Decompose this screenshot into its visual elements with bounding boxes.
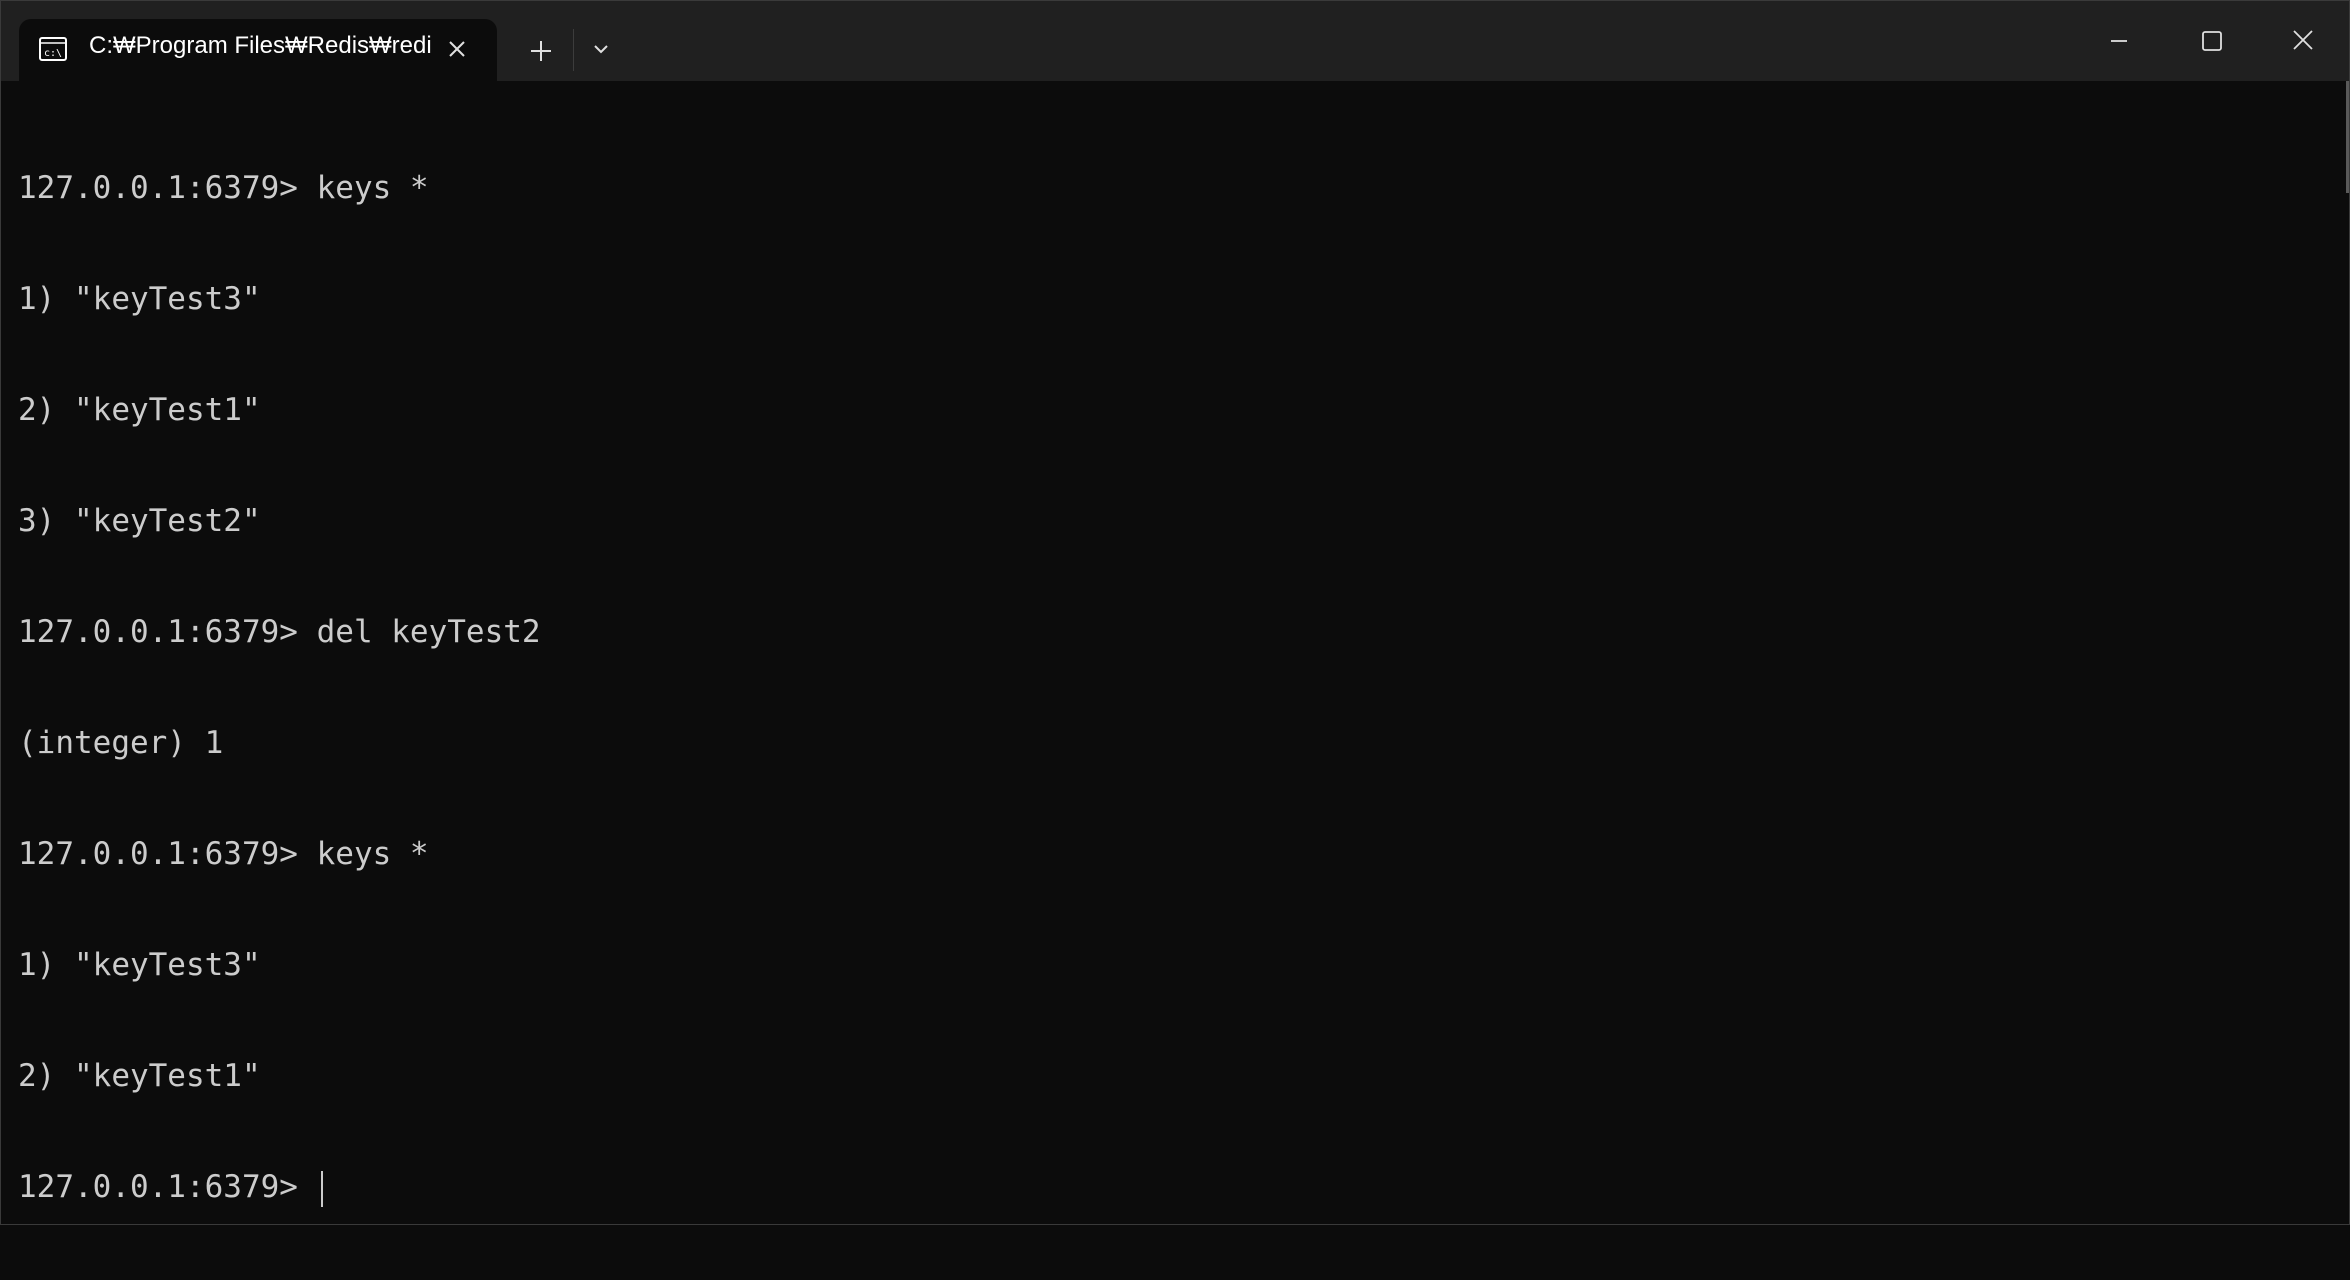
terminal-line: (integer) 1 (18, 725, 224, 761)
terminal-line: 1) "keyTest3" (18, 947, 261, 983)
text-cursor (320, 1170, 323, 1207)
terminal-line: 2) "keyTest1" (18, 392, 261, 428)
new-tab-plus-icon[interactable] (521, 31, 561, 71)
terminal-line: 127.0.0.1:6379> keys * (18, 170, 429, 206)
terminal-prompt-line[interactable]: 127.0.0.1:6379> (18, 1169, 2349, 1207)
terminal-line: 3) "keyTest2" (18, 503, 261, 539)
terminal-line: 127.0.0.1:6379> del keyTest2 (18, 614, 541, 650)
close-window-icon[interactable] (2275, 17, 2331, 65)
maximize-icon[interactable] (2183, 17, 2239, 65)
tab-title: C:₩Program Files₩Redis₩redi (89, 32, 432, 59)
terminal-line: 2) "keyTest1" (18, 1058, 261, 1094)
terminal-line: 1) "keyTest3" (18, 281, 261, 317)
chevron-down-icon[interactable] (583, 31, 619, 67)
tab-divider (573, 29, 574, 71)
minimize-icon[interactable] (2091, 17, 2147, 65)
tab-redis-cli[interactable]: c:\ C:₩Program Files₩Redis₩redi (19, 19, 497, 81)
title-bar[interactable]: c:\ C:₩Program Files₩Redis₩redi (1, 1, 2349, 81)
close-tab-icon[interactable] (443, 35, 471, 63)
command-prompt-icon: c:\ (39, 37, 67, 61)
scrollbar[interactable] (2346, 81, 2349, 193)
terminal-line: 127.0.0.1:6379> keys * (18, 836, 429, 872)
terminal-window: c:\ C:₩Program Files₩Redis₩redi 127.0.0.… (0, 0, 2350, 1225)
svg-text:c:\: c:\ (44, 48, 62, 59)
terminal-prompt: 127.0.0.1:6379> (18, 1169, 317, 1205)
terminal-output[interactable]: 127.0.0.1:6379> keys * 1) "keyTest3" 2) … (18, 96, 2349, 1224)
